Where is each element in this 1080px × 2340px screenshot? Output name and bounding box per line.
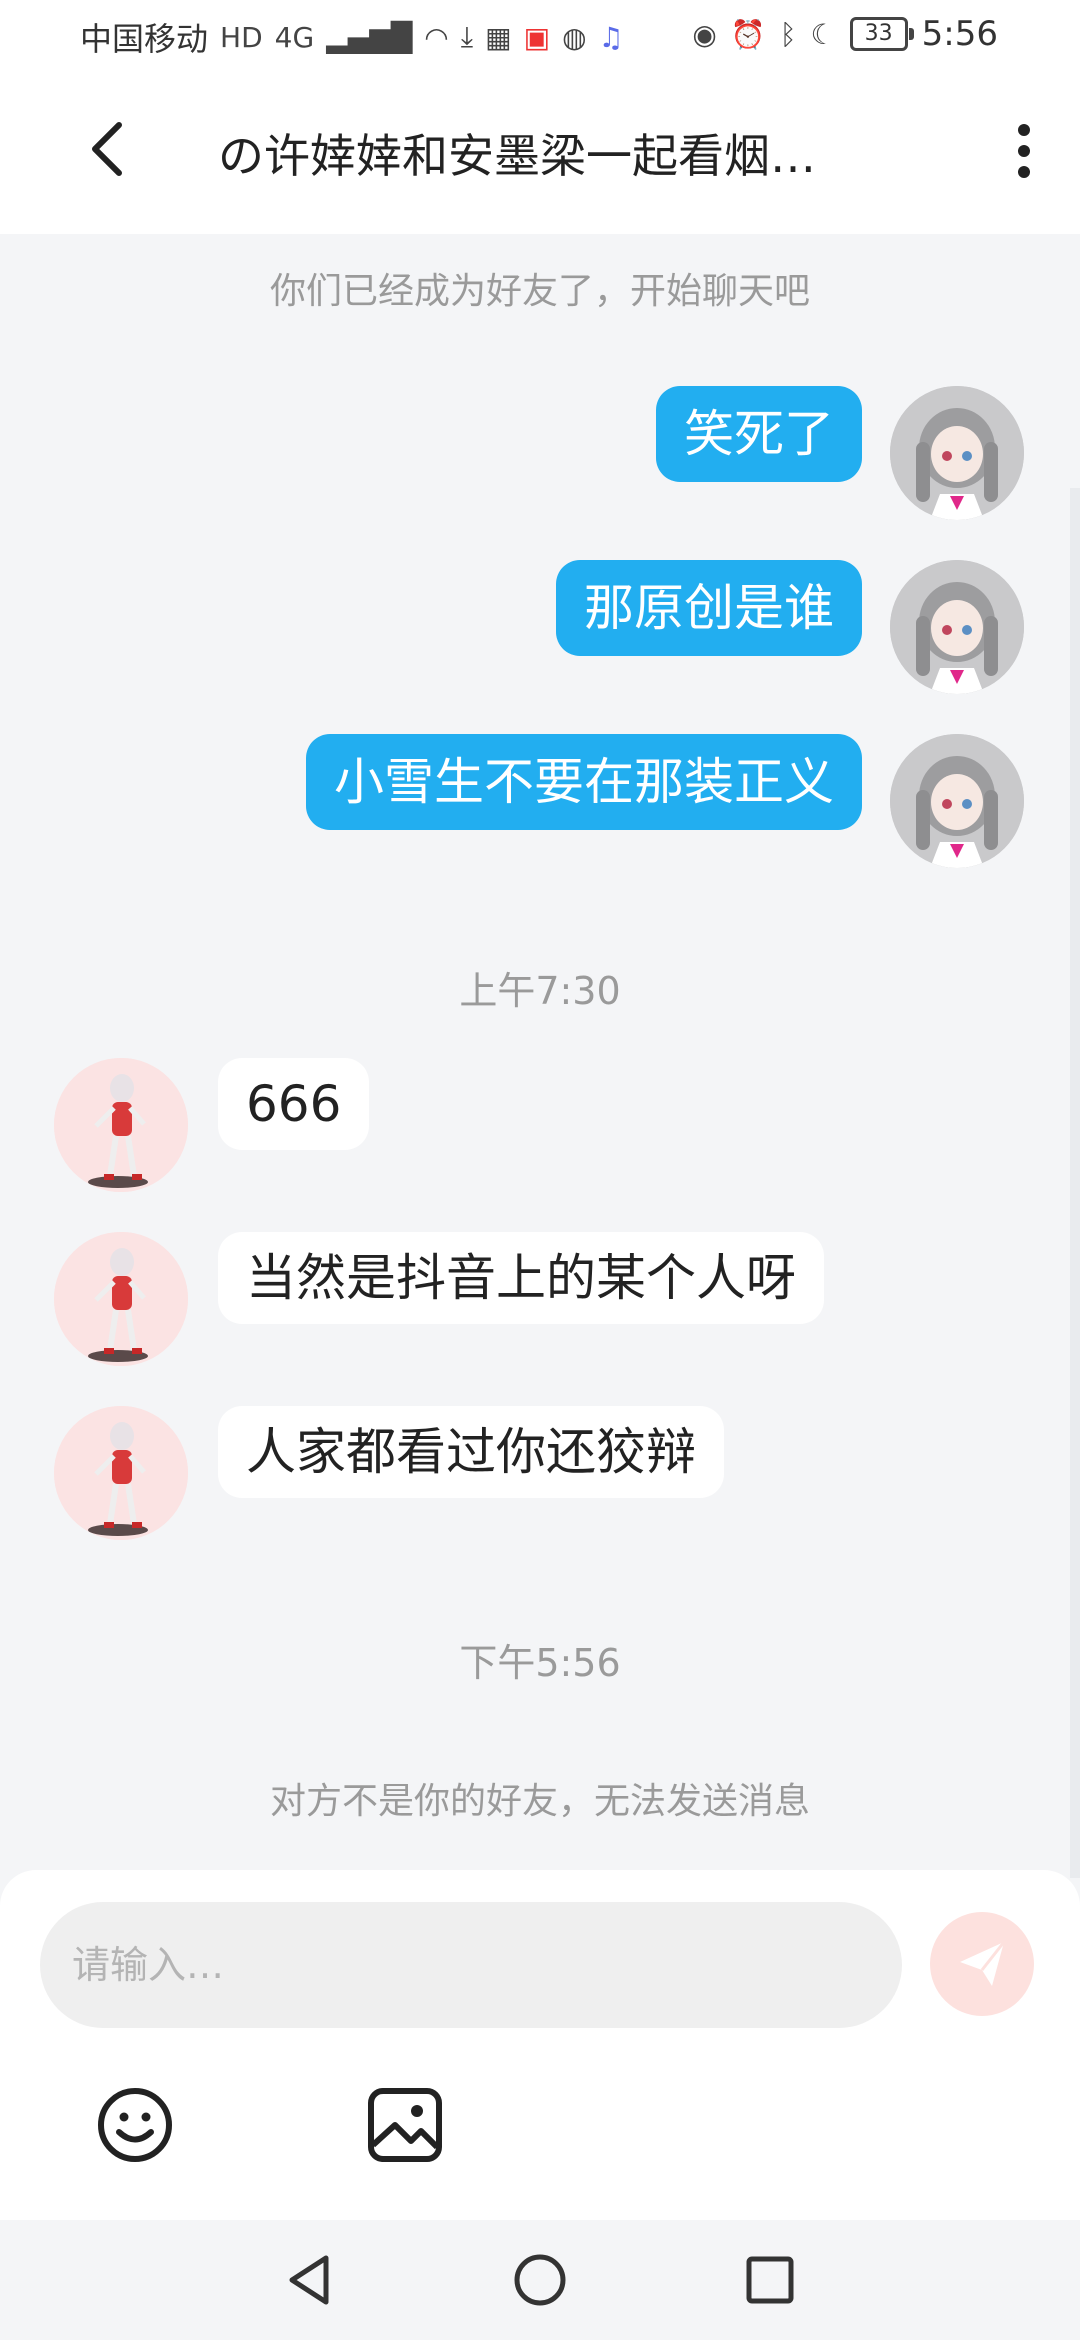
- incoming-message[interactable]: 666: [218, 1058, 370, 1150]
- my-avatar[interactable]: [890, 386, 1024, 520]
- incoming-message[interactable]: 当然是抖音上的某个人呀: [218, 1232, 824, 1324]
- my-avatar[interactable]: [890, 560, 1024, 694]
- dancing-figure-avatar-icon: [54, 1406, 188, 1540]
- square-recents-icon: [746, 2256, 794, 2304]
- dancing-figure-avatar-icon: [54, 1058, 188, 1192]
- timestamp: 下午5:56: [459, 1641, 621, 1685]
- emoji-button[interactable]: [90, 2080, 180, 2170]
- hd-icon: HD: [220, 20, 263, 54]
- eye-icon: ◉: [692, 17, 717, 51]
- status-bar: 中国移动 HD 4G ▂▄▆█ ◠ ⤓ ▦ ▣ ◍ ♫ ◉ ⏰ ᛒ ☾ 33 5…: [0, 0, 1080, 72]
- alarm-icon: ⏰: [730, 17, 766, 51]
- contact-avatar[interactable]: [54, 1058, 188, 1192]
- image-icon: [368, 2088, 442, 2162]
- smiley-icon: [98, 2088, 172, 2162]
- signal-icon: ▂▄▆█: [326, 20, 413, 54]
- download-icon: ⤓: [460, 20, 474, 53]
- nav-recents-button[interactable]: [738, 2248, 802, 2312]
- status-left: 中国移动 HD 4G ▂▄▆█ ◠ ⤓ ▦ ▣ ◍ ♫: [80, 14, 624, 60]
- dancing-figure-avatar-icon: [54, 1232, 188, 1366]
- outgoing-message[interactable]: 那原创是谁: [556, 560, 862, 656]
- triangle-back-icon: [289, 2255, 329, 2305]
- chat-title: の许婞婞和安墨梁一起看烟…: [218, 129, 816, 183]
- network-label: 4G: [274, 20, 315, 54]
- wechat-icon: ◍: [562, 20, 587, 54]
- nav-back-button[interactable]: [278, 2248, 342, 2312]
- message-input[interactable]: [40, 1902, 902, 2028]
- book-app-icon: ▣: [523, 20, 551, 54]
- moon-icon: ☾: [810, 17, 836, 51]
- outgoing-message[interactable]: 笑死了: [656, 386, 862, 482]
- more-vertical-icon: [1018, 124, 1030, 136]
- not-friend-notice: 对方不是你的好友，无法发送消息: [269, 1781, 810, 1822]
- status-right: ◉ ⏰ ᛒ ☾ 33 5:56: [692, 14, 998, 54]
- music-app-icon: ♫: [598, 20, 624, 54]
- back-button[interactable]: [72, 114, 142, 184]
- my-avatar[interactable]: [890, 734, 1024, 868]
- friend-notice: 你们已经成为好友了，开始聊天吧: [269, 271, 810, 312]
- anime-girl-avatar-icon: [890, 386, 1024, 520]
- nav-home-button[interactable]: [508, 2248, 572, 2312]
- chevron-left-icon: [92, 122, 122, 176]
- more-dot: [1018, 166, 1030, 178]
- chat-header: の许婞婞和安墨梁一起看烟…: [0, 72, 1080, 234]
- wifi-icon: ◠: [424, 20, 449, 54]
- image-button[interactable]: [360, 2080, 450, 2170]
- battery-icon: 33: [849, 17, 914, 51]
- bluetooth-icon: ᛒ: [779, 17, 797, 51]
- timestamp: 上午7:30: [459, 969, 621, 1013]
- system-nav-bar: [0, 2220, 1080, 2340]
- anime-girl-avatar-icon: [890, 560, 1024, 694]
- contact-avatar[interactable]: [54, 1406, 188, 1540]
- composer: [0, 1870, 1080, 2220]
- incoming-message[interactable]: 人家都看过你还狡辩: [218, 1406, 724, 1498]
- calendar-icon: ▦: [485, 20, 512, 54]
- circle-home-icon: [514, 2254, 566, 2306]
- more-options-button[interactable]: [994, 116, 1054, 186]
- more-dot: [1018, 145, 1030, 157]
- paper-plane-icon: [960, 1941, 1006, 1986]
- clock: 5:56: [921, 14, 998, 54]
- send-button[interactable]: [930, 1912, 1034, 2016]
- carrier-label: 中国移动: [80, 20, 209, 58]
- anime-girl-avatar-icon: [890, 734, 1024, 868]
- outgoing-message[interactable]: 小雪生不要在那装正义: [306, 734, 862, 830]
- contact-avatar[interactable]: [54, 1232, 188, 1366]
